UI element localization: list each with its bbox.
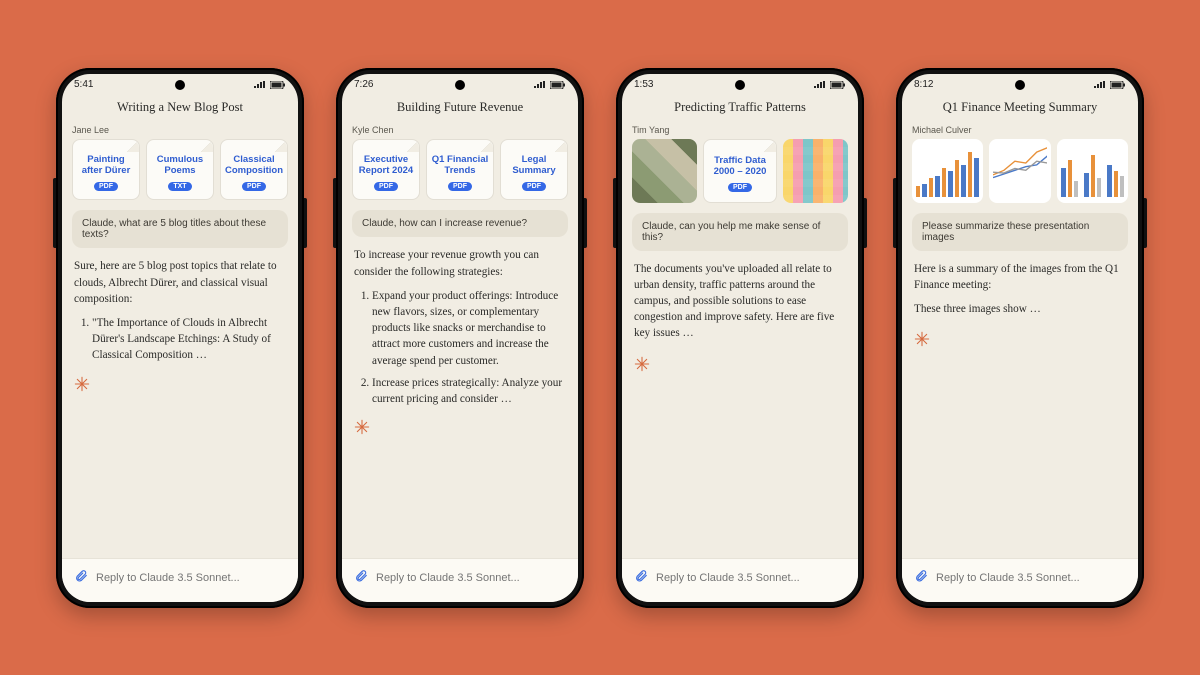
file-name: Painting after Dürer bbox=[77, 154, 135, 177]
image-attachment-aerial[interactable] bbox=[632, 139, 697, 203]
file-attachment[interactable]: Traffic Data 2000 – 2020 PDF bbox=[703, 139, 778, 203]
clock: 7:26 bbox=[354, 79, 373, 90]
signal-icon bbox=[534, 81, 546, 89]
file-name: Q1 Financial Trends bbox=[431, 154, 489, 177]
screen: 5:41 Writing a New Blog Post Jane Lee Pa… bbox=[62, 74, 298, 602]
user-message: Please summarize these presentation imag… bbox=[912, 213, 1128, 251]
composer[interactable] bbox=[62, 558, 298, 602]
assistant-message: The documents you've uploaded all relate… bbox=[622, 251, 858, 350]
paperclip-icon[interactable] bbox=[74, 569, 88, 588]
file-attachment[interactable]: Legal Summary PDF bbox=[500, 139, 568, 201]
list-item: Expand your product offerings: Introduce… bbox=[372, 288, 566, 369]
attachment-row: Executive Report 2024 PDF Q1 Financial T… bbox=[342, 139, 578, 201]
sparkle-icon bbox=[914, 331, 930, 347]
composer-input[interactable] bbox=[376, 572, 566, 584]
file-attachment[interactable]: Executive Report 2024 PDF bbox=[352, 139, 420, 201]
list-item: Increase prices strategically: Analyze y… bbox=[372, 375, 566, 407]
image-attachment-grouped-bar-chart[interactable] bbox=[1057, 139, 1128, 203]
camera-cutout bbox=[455, 80, 465, 90]
phone-mockup-2: 7:26 Building Future Revenue Kyle Chen E… bbox=[336, 68, 584, 608]
assistant-intro: Here is a summary of the images from the… bbox=[914, 261, 1126, 293]
image-attachment-stickynotes[interactable] bbox=[783, 139, 848, 203]
assistant-message: Here is a summary of the images from the… bbox=[902, 251, 1138, 326]
signal-icon bbox=[814, 81, 826, 89]
user-message: Claude, what are 5 blog titles about the… bbox=[72, 210, 288, 248]
assistant-intro: The documents you've uploaded all relate… bbox=[634, 261, 846, 342]
battery-icon bbox=[830, 81, 846, 89]
list-item: "The Importance of Clouds in Albrecht Dü… bbox=[92, 315, 286, 364]
signal-icon bbox=[1094, 81, 1106, 89]
assistant-line: These three images show … bbox=[914, 301, 1126, 317]
screen: 7:26 Building Future Revenue Kyle Chen E… bbox=[342, 74, 578, 602]
attachment-row: Painting after Dürer PDF Cumulous Poems … bbox=[62, 139, 298, 201]
clock: 8:12 bbox=[914, 79, 933, 90]
file-name: Traffic Data 2000 – 2020 bbox=[708, 155, 773, 178]
battery-icon bbox=[1110, 81, 1126, 89]
file-type-badge: PDF bbox=[94, 182, 118, 191]
user-message: Claude, how can I increase revenue? bbox=[352, 210, 568, 237]
file-type-badge: PDF bbox=[448, 182, 472, 191]
camera-cutout bbox=[1015, 80, 1025, 90]
assistant-message: To increase your revenue growth you can … bbox=[342, 237, 578, 413]
file-attachment[interactable]: Q1 Financial Trends PDF bbox=[426, 139, 494, 201]
signal-icon bbox=[254, 81, 266, 89]
assistant-intro: Sure, here are 5 blog post topics that r… bbox=[74, 258, 286, 307]
author-label: Michael Culver bbox=[902, 125, 1138, 139]
assistant-message: Sure, here are 5 blog post topics that r… bbox=[62, 248, 298, 369]
camera-cutout bbox=[735, 80, 745, 90]
phone-mockup-3: 1:53 Predicting Traffic Patterns Tim Yan… bbox=[616, 68, 864, 608]
composer[interactable] bbox=[342, 558, 578, 602]
clock: 1:53 bbox=[634, 79, 653, 90]
paperclip-icon[interactable] bbox=[914, 569, 928, 588]
composer-input[interactable] bbox=[656, 572, 846, 584]
composer-input[interactable] bbox=[936, 572, 1126, 584]
image-attachment-line-chart[interactable] bbox=[989, 139, 1052, 203]
phone-mockup-4: 8:12 Q1 Finance Meeting Summary Michael … bbox=[896, 68, 1144, 608]
sparkle-icon bbox=[634, 356, 650, 372]
sparkle-icon bbox=[74, 376, 90, 392]
file-type-badge: PDF bbox=[728, 183, 752, 192]
file-attachment[interactable]: Classical Composition PDF bbox=[220, 139, 288, 201]
author-label: Tim Yang bbox=[622, 125, 858, 139]
file-name: Cumulous Poems bbox=[151, 154, 209, 177]
file-attachment[interactable]: Painting after Dürer PDF bbox=[72, 139, 140, 201]
image-attachment-stacked-bar-chart[interactable] bbox=[912, 139, 983, 203]
battery-icon bbox=[270, 81, 286, 89]
screen: 8:12 Q1 Finance Meeting Summary Michael … bbox=[902, 74, 1138, 602]
attachment-row: Traffic Data 2000 – 2020 PDF bbox=[622, 139, 858, 203]
composer-input[interactable] bbox=[96, 572, 286, 584]
file-type-badge: PDF bbox=[242, 182, 266, 191]
chat-title: Predicting Traffic Patterns bbox=[622, 96, 858, 125]
file-name: Executive Report 2024 bbox=[357, 154, 415, 177]
composer[interactable] bbox=[902, 558, 1138, 602]
phone-mockup-1: 5:41 Writing a New Blog Post Jane Lee Pa… bbox=[56, 68, 304, 608]
file-type-badge: TXT bbox=[168, 182, 191, 191]
sparkle-icon bbox=[354, 419, 370, 435]
file-attachment[interactable]: Cumulous Poems TXT bbox=[146, 139, 214, 201]
chat-title: Writing a New Blog Post bbox=[62, 96, 298, 125]
chat-title: Building Future Revenue bbox=[342, 96, 578, 125]
author-label: Jane Lee bbox=[62, 125, 298, 139]
camera-cutout bbox=[175, 80, 185, 90]
author-label: Kyle Chen bbox=[342, 125, 578, 139]
assistant-intro: To increase your revenue growth you can … bbox=[354, 247, 566, 279]
chat-title: Q1 Finance Meeting Summary bbox=[902, 96, 1138, 125]
attachment-row bbox=[902, 139, 1138, 203]
composer[interactable] bbox=[622, 558, 858, 602]
clock: 5:41 bbox=[74, 79, 93, 90]
file-name: Classical Composition bbox=[225, 154, 283, 177]
screen: 1:53 Predicting Traffic Patterns Tim Yan… bbox=[622, 74, 858, 602]
file-name: Legal Summary bbox=[505, 154, 563, 177]
file-type-badge: PDF bbox=[522, 182, 546, 191]
file-type-badge: PDF bbox=[374, 182, 398, 191]
paperclip-icon[interactable] bbox=[354, 569, 368, 588]
battery-icon bbox=[550, 81, 566, 89]
paperclip-icon[interactable] bbox=[634, 569, 648, 588]
user-message: Claude, can you help me make sense of th… bbox=[632, 213, 848, 251]
